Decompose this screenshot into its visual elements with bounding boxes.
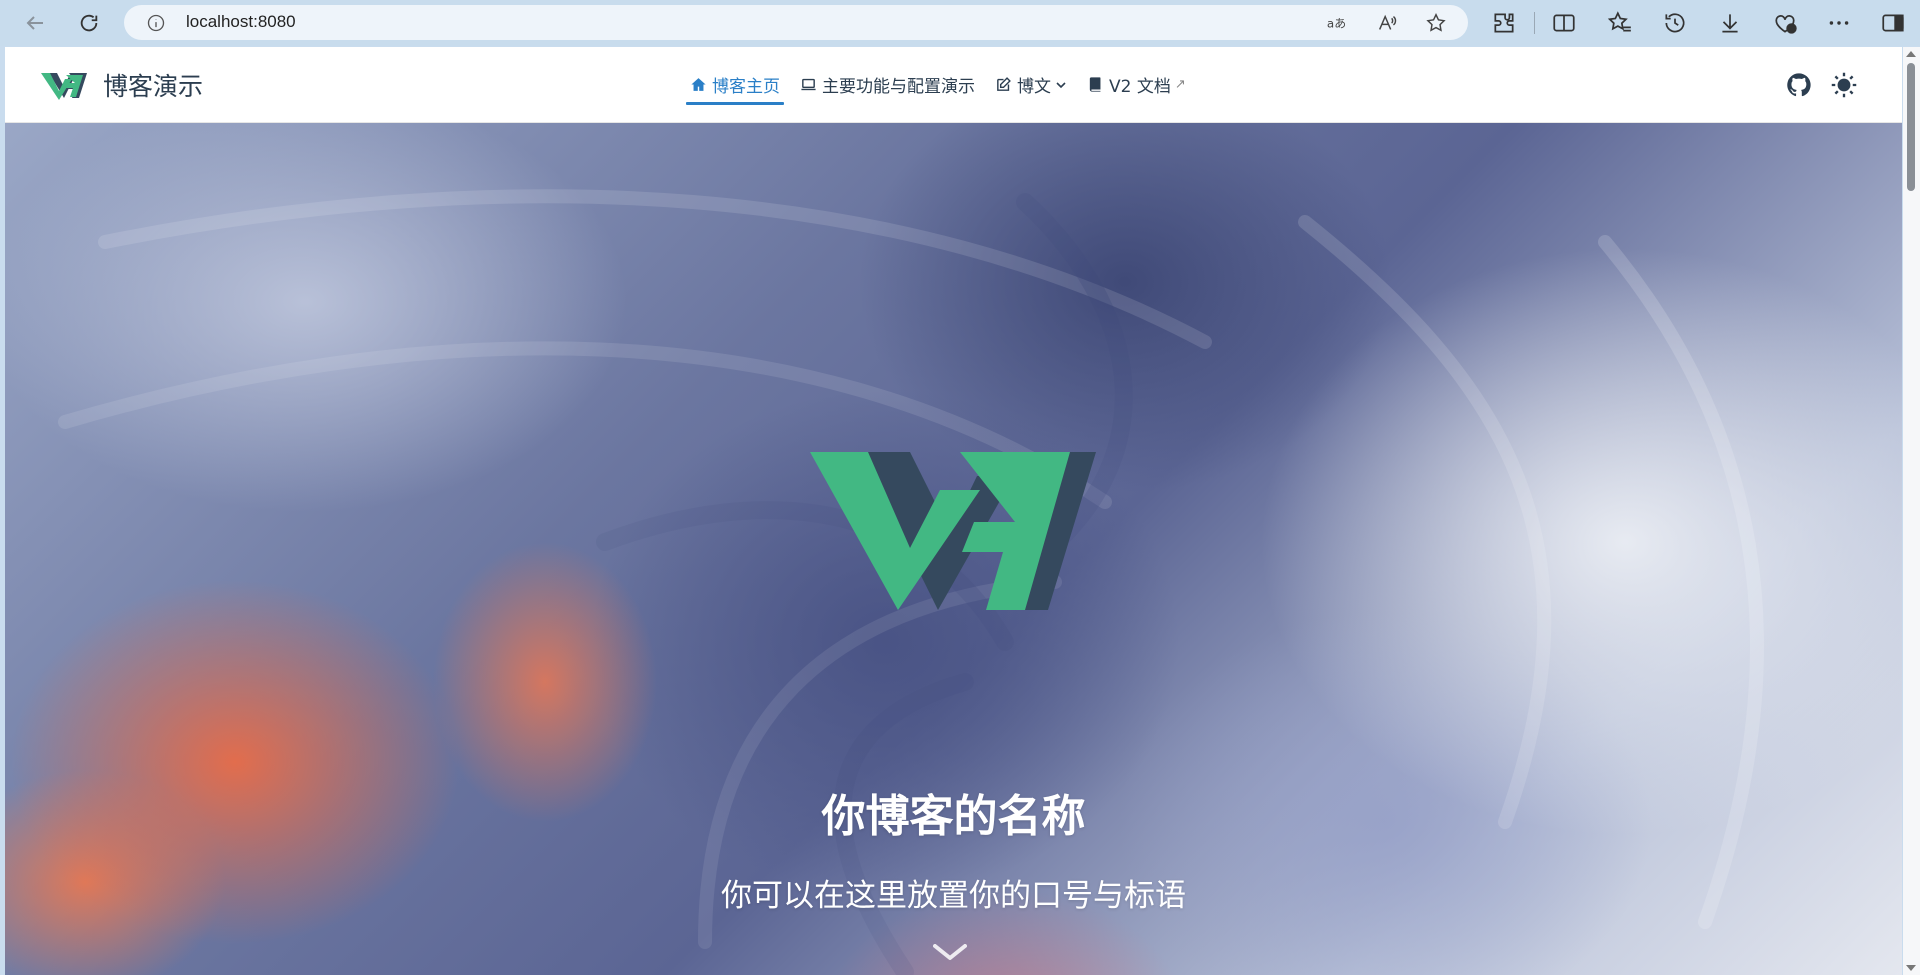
book-icon xyxy=(1087,76,1104,93)
split-screen-icon[interactable] xyxy=(1551,10,1577,36)
toolbar-separator xyxy=(1534,12,1535,34)
chevron-down-icon xyxy=(1055,79,1067,91)
chevron-down-icon[interactable] xyxy=(931,940,969,964)
nav-item-label: 博客主页 xyxy=(712,77,780,97)
more-icon[interactable] xyxy=(1826,10,1852,36)
page-scrollbar[interactable] xyxy=(1903,47,1920,975)
scroll-down-arrow[interactable] xyxy=(1906,965,1916,971)
sidebar-icon[interactable] xyxy=(1880,10,1906,36)
hero-vh-logo xyxy=(810,452,1096,610)
nav-item-label: V2 文档 xyxy=(1109,77,1171,97)
favorites-icon[interactable] xyxy=(1607,10,1633,36)
external-link-icon: ↗ xyxy=(1174,77,1186,92)
github-icon[interactable] xyxy=(1785,71,1813,99)
history-icon[interactable] xyxy=(1662,10,1688,36)
nav-item-label: 博文 xyxy=(1017,77,1051,97)
read-aloud-icon[interactable] xyxy=(1376,12,1398,34)
nav-item-v2-docs[interactable]: V2 文档 ↗ xyxy=(1087,47,1186,122)
home-icon xyxy=(690,76,707,93)
scroll-up-arrow[interactable] xyxy=(1906,51,1916,57)
web-page: 博客演示 博客主页 主要功能与配置演示 博文 V2 文档 ↗ 你博客的名称 你可… xyxy=(5,47,1902,975)
refresh-button[interactable] xyxy=(69,3,109,43)
hero-tagline: 你可以在这里放置你的口号与标语 xyxy=(721,878,1186,914)
hero-banner: 你博客的名称 你可以在这里放置你的口号与标语 xyxy=(5,122,1902,975)
vh-logo-icon xyxy=(41,73,87,100)
favorite-star-icon[interactable] xyxy=(1425,12,1447,34)
back-icon xyxy=(26,16,43,30)
brand-link[interactable]: 博客演示 xyxy=(41,67,203,103)
brand-name: 博客演示 xyxy=(103,72,204,101)
translate-icon[interactable]: aあ xyxy=(1326,12,1348,34)
browser-essentials-icon[interactable] xyxy=(1772,10,1798,36)
nav-item-label: 主要功能与配置演示 xyxy=(822,77,975,97)
nav-item-features[interactable]: 主要功能与配置演示 xyxy=(800,47,975,122)
svg-text:aあ: aあ xyxy=(1327,17,1346,31)
site-navbar: 博客演示 博客主页 主要功能与配置演示 博文 V2 文档 ↗ xyxy=(5,47,1902,123)
refresh-icon xyxy=(80,14,98,32)
nav-item-posts[interactable]: 博文 xyxy=(995,47,1067,122)
browser-toolbar: localhost:8080 aあ xyxy=(0,0,1920,46)
main-menu: 博客主页 主要功能与配置演示 博文 V2 文档 ↗ xyxy=(686,47,1206,122)
scrollbar-thumb[interactable] xyxy=(1907,63,1915,191)
sun-icon[interactable] xyxy=(1830,71,1858,99)
url-text[interactable]: localhost:8080 xyxy=(186,12,296,32)
site-info-icon[interactable] xyxy=(146,13,166,33)
laptop-icon xyxy=(800,76,817,93)
nav-item-home[interactable]: 博客主页 xyxy=(686,47,784,122)
downloads-icon[interactable] xyxy=(1717,10,1743,36)
hero-title: 你博客的名称 xyxy=(821,791,1086,842)
address-bar[interactable]: localhost:8080 aあ xyxy=(124,5,1468,40)
back-button[interactable] xyxy=(15,3,55,43)
navbar-actions xyxy=(1768,71,1858,99)
extensions-icon[interactable] xyxy=(1491,10,1517,36)
edit-icon xyxy=(995,76,1012,93)
active-underline xyxy=(686,102,784,105)
